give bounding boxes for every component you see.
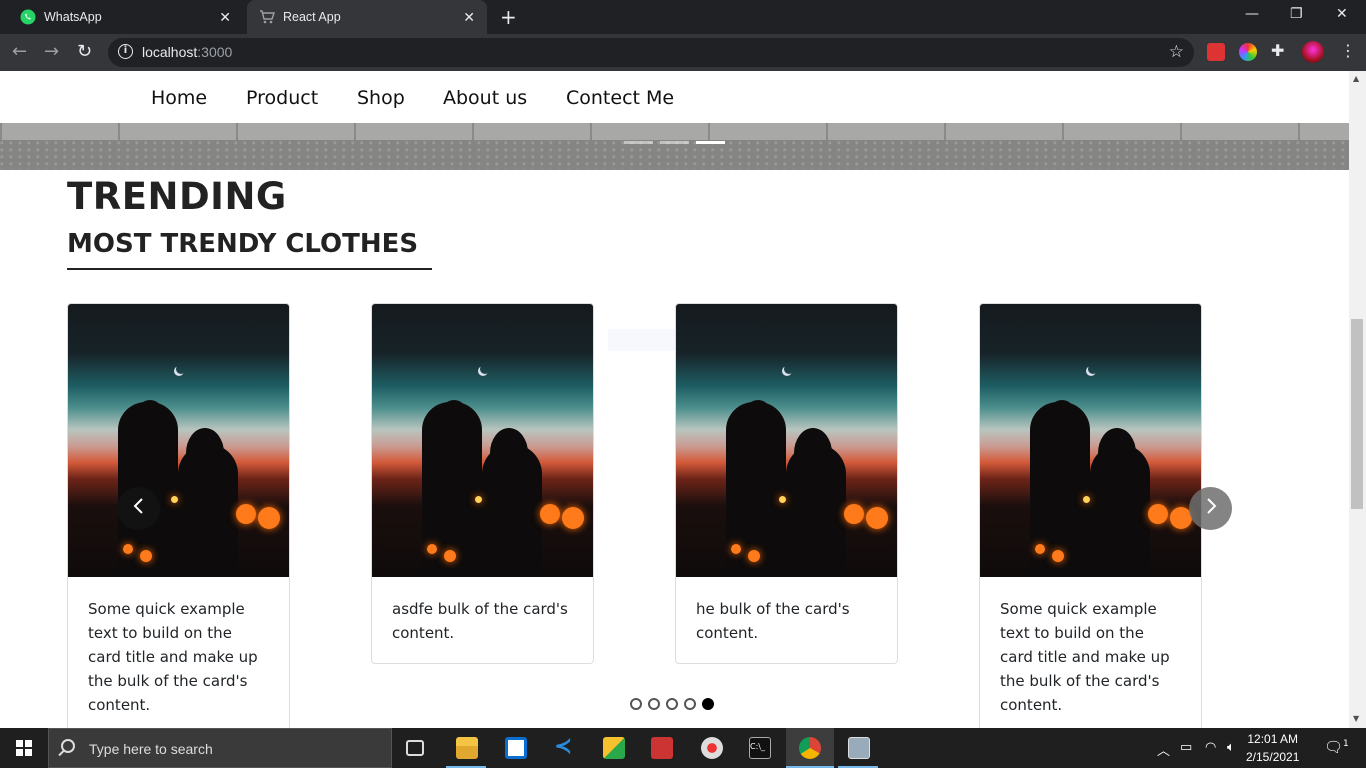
volume-icon[interactable]: 🔈︎ <box>1227 740 1235 755</box>
file-explorer-icon[interactable] <box>456 737 478 759</box>
browser-tab-strip: WhatsApp ✕ React App ✕ + — ❐ ✕ <box>0 0 1366 34</box>
extension-red-icon[interactable] <box>1207 43 1225 61</box>
product-card[interactable]: Some quick example text to build on the … <box>67 303 290 728</box>
slider-dot-1[interactable] <box>630 698 642 710</box>
windows-logo-icon <box>16 740 32 756</box>
clock-date: 2/15/2021 <box>1246 750 1300 764</box>
vscode-icon[interactable]: ≺ <box>554 734 576 759</box>
site-navbar: Home Product Shop About us Contect Me <box>0 71 1349 123</box>
bookmark-star-icon[interactable]: ☆ <box>1169 42 1184 62</box>
subtitle-underline <box>67 268 432 270</box>
nav-shop-link[interactable]: Shop <box>357 87 405 109</box>
slider-dot-3[interactable] <box>666 698 678 710</box>
close-window-icon[interactable]: ✕ <box>1336 6 1348 22</box>
card-image <box>676 304 897 577</box>
hero-indicator-1[interactable] <box>624 141 653 144</box>
product-card[interactable]: asdfe bulk of the card's content. <box>371 303 594 664</box>
card-image <box>372 304 593 577</box>
monitor-app-icon[interactable] <box>848 737 870 759</box>
toolbox-icon[interactable] <box>651 737 673 759</box>
whatsapp-icon <box>20 9 36 25</box>
url-port: :3000 <box>197 44 233 60</box>
url-host: localhost <box>142 44 198 60</box>
product-card[interactable]: Some quick example text to build on the … <box>979 303 1202 728</box>
chevron-left-icon <box>132 496 146 521</box>
clock-time: 12:01 AM <box>1247 732 1299 746</box>
nav-contact-link[interactable]: Contect Me <box>566 87 674 109</box>
search-icon <box>61 739 75 753</box>
battery-icon[interactable]: ▭ <box>1180 740 1192 755</box>
nav-about-link[interactable]: About us <box>443 87 527 109</box>
hero-image <box>0 140 1349 170</box>
taskbar-search-box[interactable]: Type here to search <box>48 728 392 768</box>
omnibox[interactable]: i localhost:3000 ☆ <box>108 38 1194 67</box>
info-icon[interactable]: i <box>118 44 133 59</box>
scrollbar-thumb[interactable] <box>1351 319 1363 509</box>
browser-menu-icon[interactable]: ⋮ <box>1340 41 1358 60</box>
section-title: TRENDING <box>67 175 287 218</box>
task-view-icon[interactable] <box>406 740 424 756</box>
hero-indicator-2[interactable] <box>660 141 689 144</box>
start-button[interactable] <box>0 728 48 768</box>
slider-dot-2[interactable] <box>648 698 660 710</box>
tab-title: React App <box>283 10 341 24</box>
new-tab-plus-icon[interactable]: + <box>500 6 517 28</box>
slider-dot-5[interactable] <box>702 698 714 710</box>
restore-icon[interactable]: ❐ <box>1290 6 1303 22</box>
extension-color-icon[interactable] <box>1239 43 1257 61</box>
sticky-app-icon[interactable] <box>603 737 625 759</box>
tab-react-app[interactable]: React App ✕ <box>247 0 487 34</box>
show-hidden-icons-icon[interactable]: ︿ <box>1157 740 1170 759</box>
card-text: asdfe bulk of the card's content. <box>392 600 568 642</box>
search-placeholder: Type here to search <box>89 741 213 757</box>
address-toolbar: ← → ↻ i localhost:3000 ☆ <box>0 34 1366 71</box>
scroll-up-icon[interactable]: ▲ <box>1353 74 1359 83</box>
tab-whatsapp[interactable]: WhatsApp ✕ <box>0 0 243 34</box>
product-card[interactable]: he bulk of the card's content. <box>675 303 898 664</box>
forward-arrow-icon[interactable]: → <box>44 42 59 62</box>
url-text[interactable]: localhost:3000 <box>142 44 232 60</box>
store-icon[interactable] <box>505 737 527 759</box>
wifi-icon[interactable]: ◠ <box>1205 740 1216 755</box>
slider-dot-4[interactable] <box>684 698 696 710</box>
chrome-icon[interactable] <box>799 737 821 759</box>
section-subtitle: MOST TRENDY CLOTHES <box>67 229 419 259</box>
card-text: he bulk of the card's content. <box>696 600 850 642</box>
slider-prev-button[interactable] <box>117 487 160 530</box>
reload-icon[interactable]: ↻ <box>77 42 92 62</box>
scroll-down-icon[interactable]: ▼ <box>1353 714 1359 723</box>
chevron-right-icon <box>1204 496 1218 521</box>
card-text: Some quick example text to build on the … <box>88 600 258 714</box>
slider-next-button[interactable] <box>1189 487 1232 530</box>
card-image <box>980 304 1201 577</box>
notification-count: 1 <box>1343 739 1349 749</box>
windows-taskbar: Type here to search ≺ C:\_ ︿ ▭ ◠ 🔈︎ 12:0… <box>0 728 1366 768</box>
page-viewport: Home Product Shop About us Contect Me TR… <box>0 71 1349 728</box>
terminal-icon[interactable]: C:\_ <box>749 737 771 759</box>
close-tab-icon[interactable]: ✕ <box>219 9 231 25</box>
extensions-puzzle-icon[interactable]: ✚ <box>1271 41 1289 60</box>
hero-carousel-indicators <box>624 141 725 144</box>
hero-carousel <box>0 123 1349 170</box>
page-scrollbar[interactable]: ▲ ▼ <box>1349 71 1366 728</box>
system-clock[interactable]: 12:01 AM 2/15/2021 <box>1246 730 1299 766</box>
notifications-icon[interactable]: 🗨︎1 <box>1324 738 1349 756</box>
hero-indicator-3[interactable] <box>696 141 725 144</box>
tab-title: WhatsApp <box>44 10 102 24</box>
paint-icon[interactable] <box>701 737 723 759</box>
card-image <box>68 304 289 577</box>
profile-avatar[interactable] <box>1302 41 1324 63</box>
close-tab-icon[interactable]: ✕ <box>463 9 475 25</box>
back-arrow-icon[interactable]: ← <box>12 42 27 62</box>
nav-product-link[interactable]: Product <box>246 87 318 109</box>
minimize-icon[interactable]: — <box>1245 6 1259 22</box>
cart-icon <box>259 9 275 25</box>
slider-dots <box>630 698 714 710</box>
nav-home-link[interactable]: Home <box>151 87 207 109</box>
card-text: Some quick example text to build on the … <box>1000 600 1170 714</box>
